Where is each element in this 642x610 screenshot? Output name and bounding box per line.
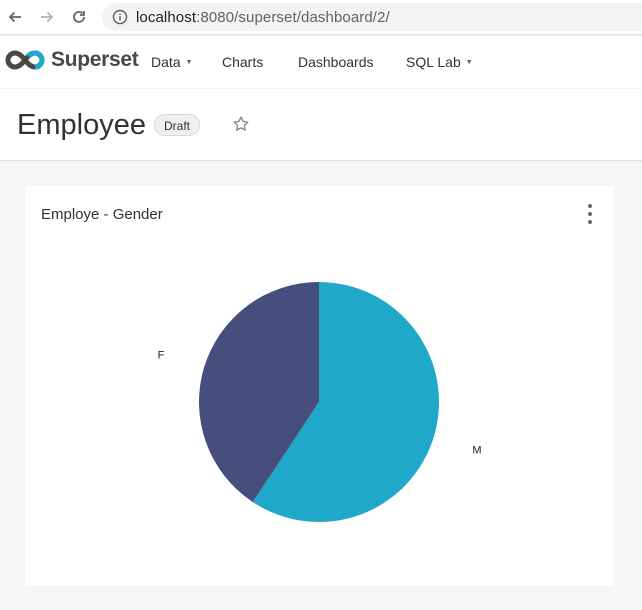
caret-down-icon: ▼ [465, 58, 473, 66]
info-icon[interactable] [112, 9, 128, 25]
brand-logo[interactable]: Superset [3, 47, 139, 73]
favorite-button[interactable] [232, 115, 250, 138]
url-text: localhost:8080/superset/dashboard/2/ [136, 9, 390, 26]
nav-item-label: Charts [222, 54, 264, 70]
caret-down-icon: ▼ [185, 58, 193, 66]
back-button[interactable] [2, 4, 28, 30]
superset-logo-icon [5, 50, 45, 70]
browser-toolbar: localhost:8080/superset/dashboard/2/ [0, 0, 642, 35]
nav-item-dashboards[interactable]: Dashboards [298, 54, 374, 70]
nav-item-sql-lab[interactable]: SQL Lab ▼ [406, 54, 473, 70]
star-icon [233, 116, 249, 131]
brand-name: Superset [51, 48, 139, 71]
url-path: :8080/superset/dashboard/2/ [196, 8, 390, 26]
pie-label-m: M [472, 445, 481, 457]
nav-item-data[interactable]: Data ▼ [151, 54, 193, 70]
arrow-left-icon [8, 11, 21, 23]
nav-item-label: SQL Lab [406, 54, 461, 70]
status-badge[interactable]: Draft [154, 114, 201, 136]
pie-label-f: F [158, 349, 165, 361]
nav-item-charts[interactable]: Charts [222, 54, 263, 70]
app-navbar: Superset Data ▼ Charts Dashboards SQL La… [0, 36, 642, 89]
arrow-right-icon [41, 11, 54, 23]
nav-item-label: Data [151, 54, 181, 70]
chart-card: Employe - Gender MF [25, 186, 614, 586]
reload-icon [73, 11, 85, 23]
dashboard-title[interactable]: Employee [17, 109, 146, 142]
pie-chart: MF [158, 282, 482, 522]
dashboard-header: Employee Draft [0, 89, 642, 161]
url-host: localhost [136, 8, 197, 26]
forward-button[interactable] [34, 4, 60, 30]
nav-item-label: Dashboards [298, 54, 374, 70]
reload-button[interactable] [66, 4, 92, 30]
address-bar[interactable]: localhost:8080/superset/dashboard/2/ [102, 3, 642, 31]
